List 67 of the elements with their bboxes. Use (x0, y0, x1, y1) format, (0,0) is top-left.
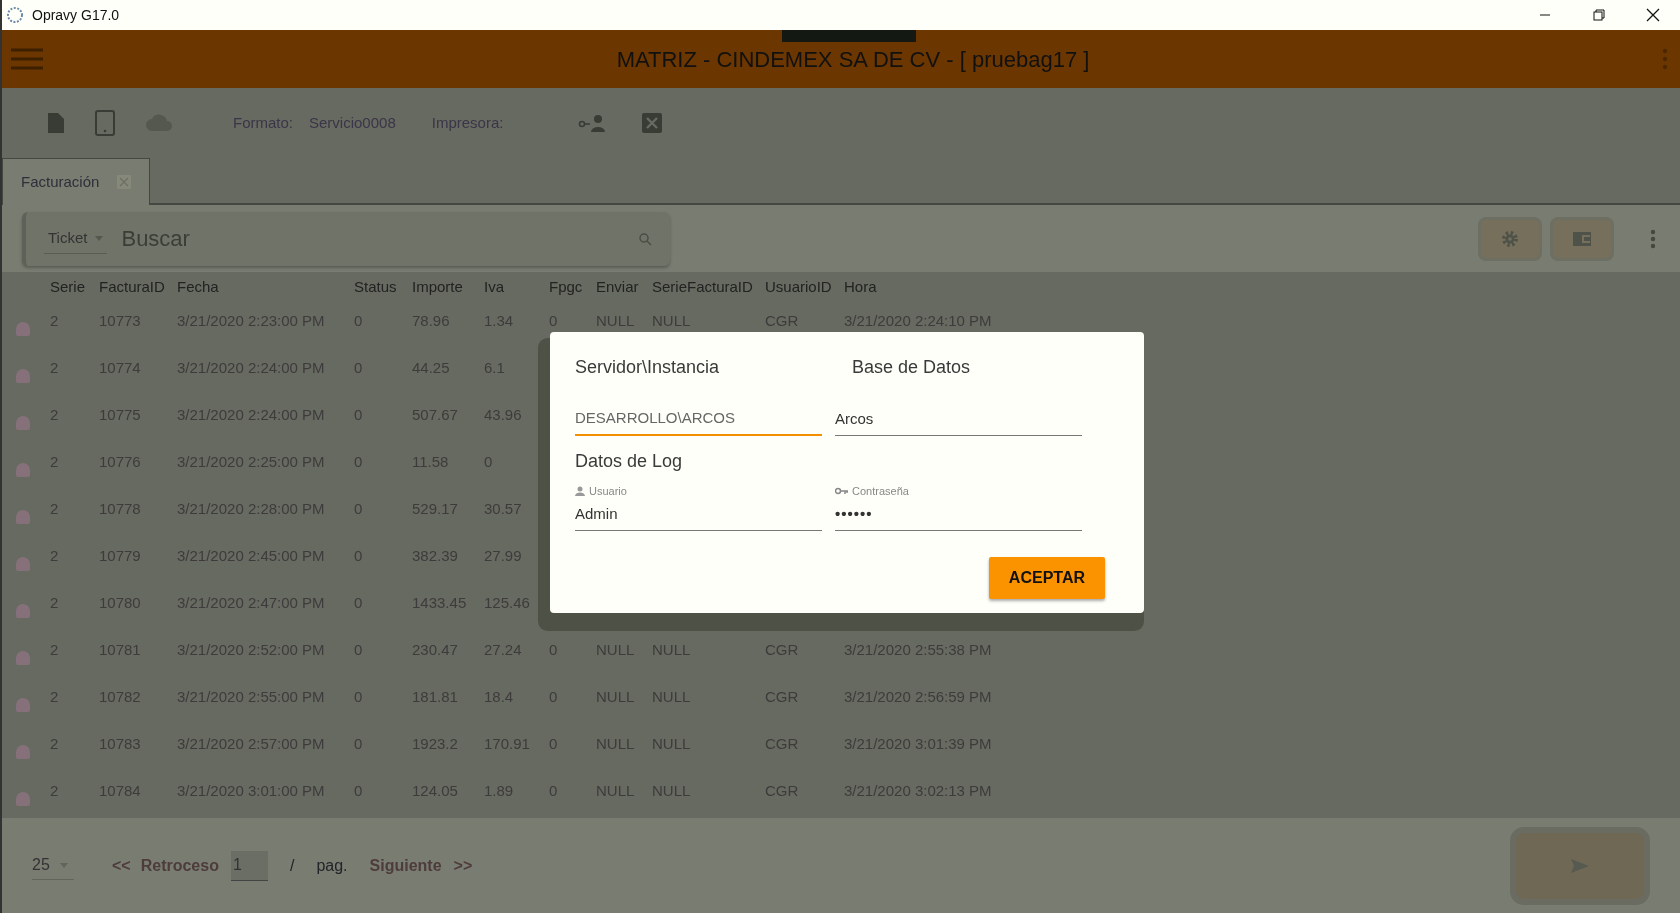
row-marker-icon[interactable] (16, 604, 30, 618)
more-options-icon[interactable] (1662, 48, 1668, 70)
dropdown-caret-icon (95, 235, 104, 241)
row-marker-icon[interactable] (16, 651, 30, 665)
column-header[interactable]: Serie (50, 276, 99, 299)
row-marker-icon[interactable] (16, 416, 30, 430)
column-header[interactable]: Importe (412, 276, 484, 299)
row-marker-icon[interactable] (16, 463, 30, 477)
field-label: Contraseña (852, 483, 909, 499)
key-icon (835, 486, 848, 495)
previous-arrows[interactable]: << (112, 853, 131, 878)
document-icon[interactable] (47, 112, 65, 134)
app-logo-icon (6, 6, 24, 24)
menu-icon (10, 47, 44, 72)
section-label: Datos de Log (575, 449, 684, 473)
tab[interactable]: Facturación (2, 158, 151, 205)
menu-button[interactable] (10, 46, 44, 72)
tab-close-icon[interactable] (117, 175, 132, 189)
next-arrows[interactable]: >> (453, 853, 473, 878)
row-marker-icon[interactable] (16, 745, 30, 759)
wallet-icon (1572, 230, 1592, 247)
dialog-heading: Base de Datos (851, 356, 972, 379)
tablet-icon[interactable] (95, 110, 115, 136)
settings-icon (1501, 229, 1519, 248)
person-icon (575, 485, 585, 496)
column-header[interactable]: SerieFacturaID (652, 276, 765, 299)
username-field[interactable]: Admin (575, 499, 822, 531)
restore-icon (1593, 9, 1605, 21)
text-field[interactable]: DESARROLLO\ARCOS (575, 403, 822, 436)
window-title: Opravy G17.0 (32, 5, 120, 25)
field-label: Usuario (589, 483, 627, 499)
column-header[interactable]: UsuarioID (765, 276, 844, 299)
drag-handle[interactable] (782, 30, 916, 42)
row-marker-icon[interactable] (16, 369, 30, 383)
accept-button[interactable]: ACEPTAR (988, 556, 1105, 599)
column-header[interactable]: Iva (484, 276, 549, 299)
next-link[interactable]: Siguiente (369, 853, 442, 878)
send-icon (1570, 857, 1590, 874)
row-marker-icon[interactable] (16, 557, 30, 571)
search-type-dropdown[interactable]: Ticket (44, 222, 108, 255)
send-button[interactable] (1510, 826, 1650, 905)
column-header[interactable]: Enviar (596, 276, 652, 299)
app-header-title: MATRIZ - CINDEMEX SA DE CV - [ pruebag17 ] (615, 45, 1091, 74)
row-marker-icon[interactable] (16, 698, 30, 712)
row-marker-icon[interactable] (16, 792, 30, 806)
column-header[interactable]: Fecha (177, 276, 354, 299)
page-size-dropdown[interactable]: 25 (32, 851, 74, 880)
previous-link[interactable]: Retroceso (140, 853, 219, 878)
page-separator: / (289, 855, 295, 876)
key-person-icon[interactable] (578, 114, 607, 132)
row-marker-icon[interactable] (16, 510, 30, 524)
wallet-button[interactable] (1550, 216, 1614, 261)
settings-button[interactable] (1478, 216, 1542, 261)
column-header[interactable]: Hora (844, 276, 1104, 299)
password-field[interactable]: •••••• (835, 499, 1082, 531)
page-label: pag. (316, 855, 348, 876)
row-marker-icon[interactable] (16, 322, 30, 336)
search-icon[interactable] (638, 231, 652, 246)
page-field[interactable]: 1 (230, 850, 268, 881)
dialog-heading: Servidor\Instancia (575, 356, 721, 379)
close-box-icon[interactable] (642, 113, 663, 133)
column-header[interactable]: FacturaID (99, 276, 177, 299)
column-header[interactable]: Fpgc (549, 276, 596, 299)
column-header[interactable]: Status (354, 276, 412, 299)
more-options-icon[interactable] (1650, 228, 1656, 249)
text-field[interactable]: Arcos (835, 403, 1082, 436)
close-icon (1646, 8, 1660, 22)
